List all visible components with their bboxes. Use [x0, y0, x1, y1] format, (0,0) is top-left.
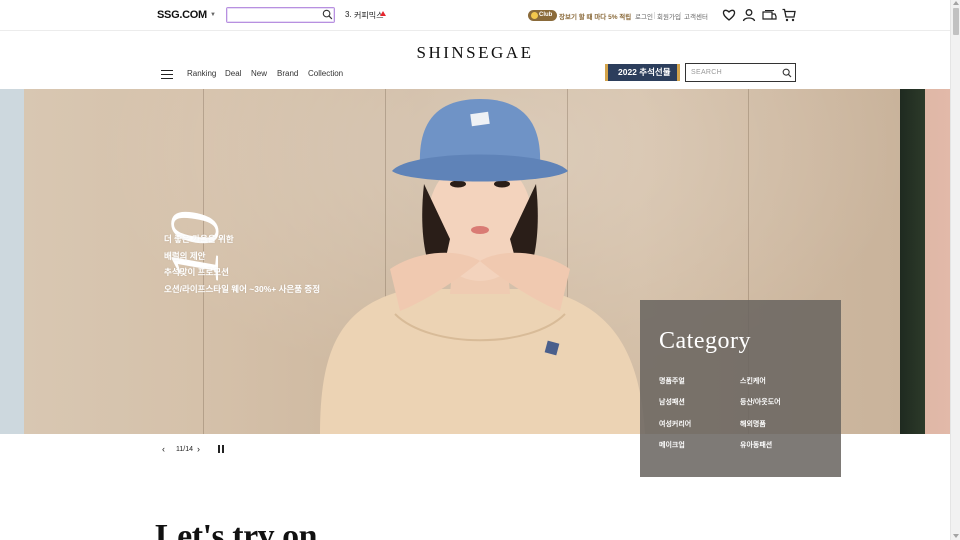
category-panel: Category 명품주얼 스킨케어 남성패션 등산/아웃도어 여성커리어 해외…: [640, 300, 841, 477]
hero-model-image: [320, 99, 645, 434]
nav-collection[interactable]: Collection: [308, 69, 343, 78]
chevron-down-icon[interactable]: ▼: [210, 12, 216, 18]
category-item[interactable]: 스킨케어: [740, 376, 766, 386]
chuseok-gift-button[interactable]: 2022 추석선물 ›: [605, 64, 680, 81]
pause-icon[interactable]: [218, 445, 224, 453]
next-slide-button[interactable]: ›: [197, 444, 200, 454]
category-item[interactable]: 남성패션: [659, 397, 685, 407]
category-item[interactable]: 여성커리어: [659, 419, 691, 429]
hero-text-line-3: 추석맞이 프로모션: [164, 267, 229, 277]
global-topbar: SSG.COM ▼ 3. 커피믹스 Club 장보기 할 때 마다 5% 적립 …: [0, 0, 950, 31]
signup-link[interactable]: 회원가입: [657, 11, 681, 21]
scroll-up-icon[interactable]: [953, 1, 959, 5]
rank-up-icon: [380, 11, 386, 16]
scroll-down-icon[interactable]: [953, 534, 959, 538]
club-promo-text[interactable]: 장보기 할 때 마다 5% 적립: [559, 11, 631, 21]
scroll-thumb[interactable]: [953, 8, 959, 35]
search-icon[interactable]: [782, 68, 792, 78]
hero-text-line-2: 배럴의 제안: [164, 251, 206, 261]
search-placeholder: SEARCH: [691, 69, 722, 76]
ssg-logo[interactable]: SSG.COM: [157, 9, 207, 21]
category-item[interactable]: 메이크업: [659, 440, 685, 450]
slide-counter: 11/14: [176, 446, 193, 453]
prev-slide-button[interactable]: ‹: [162, 444, 165, 454]
page-scrollbar[interactable]: [950, 0, 960, 540]
shinsegae-logo[interactable]: SHINSEGAE: [0, 43, 950, 63]
category-item[interactable]: 유아동패션: [740, 440, 772, 450]
nav-new[interactable]: New: [251, 69, 267, 78]
search-icon[interactable]: [322, 9, 333, 20]
divider: [654, 12, 655, 19]
ranking-number[interactable]: 3.: [345, 10, 352, 19]
heart-icon[interactable]: [722, 8, 736, 22]
club-coin-icon: [531, 12, 538, 19]
nav-ranking[interactable]: Ranking: [187, 69, 216, 78]
hero-text-line-4: 오션/라이프스타일 웨어 ~30%+ 사은품 증정: [164, 284, 321, 294]
user-icon[interactable]: [742, 8, 756, 22]
nav-brand[interactable]: Brand: [277, 69, 298, 78]
cart-icon[interactable]: [782, 8, 796, 22]
ssg-search-input[interactable]: [226, 7, 335, 23]
promo-button-label: 2022 추석선물: [618, 67, 671, 77]
category-title: Category: [659, 328, 751, 354]
nav-deal[interactable]: Deal: [225, 69, 241, 78]
delivery-truck-icon[interactable]: [762, 8, 777, 22]
category-item[interactable]: 등산/아웃도어: [740, 397, 781, 407]
category-item[interactable]: 해외명품: [740, 419, 766, 429]
hamburger-menu-icon[interactable]: [161, 70, 173, 79]
divider: [680, 12, 681, 19]
login-link[interactable]: 로그인: [635, 11, 653, 21]
hero-text-line-1: 더 좋은 가을을 위한: [164, 234, 234, 244]
shinsegae-search-input[interactable]: SEARCH: [685, 63, 796, 82]
category-item[interactable]: 명품주얼: [659, 376, 685, 386]
customer-center-link[interactable]: 고객센터: [684, 11, 708, 21]
section-title: Let's try on: [155, 518, 318, 540]
chevron-right-icon: ›: [667, 67, 670, 77]
